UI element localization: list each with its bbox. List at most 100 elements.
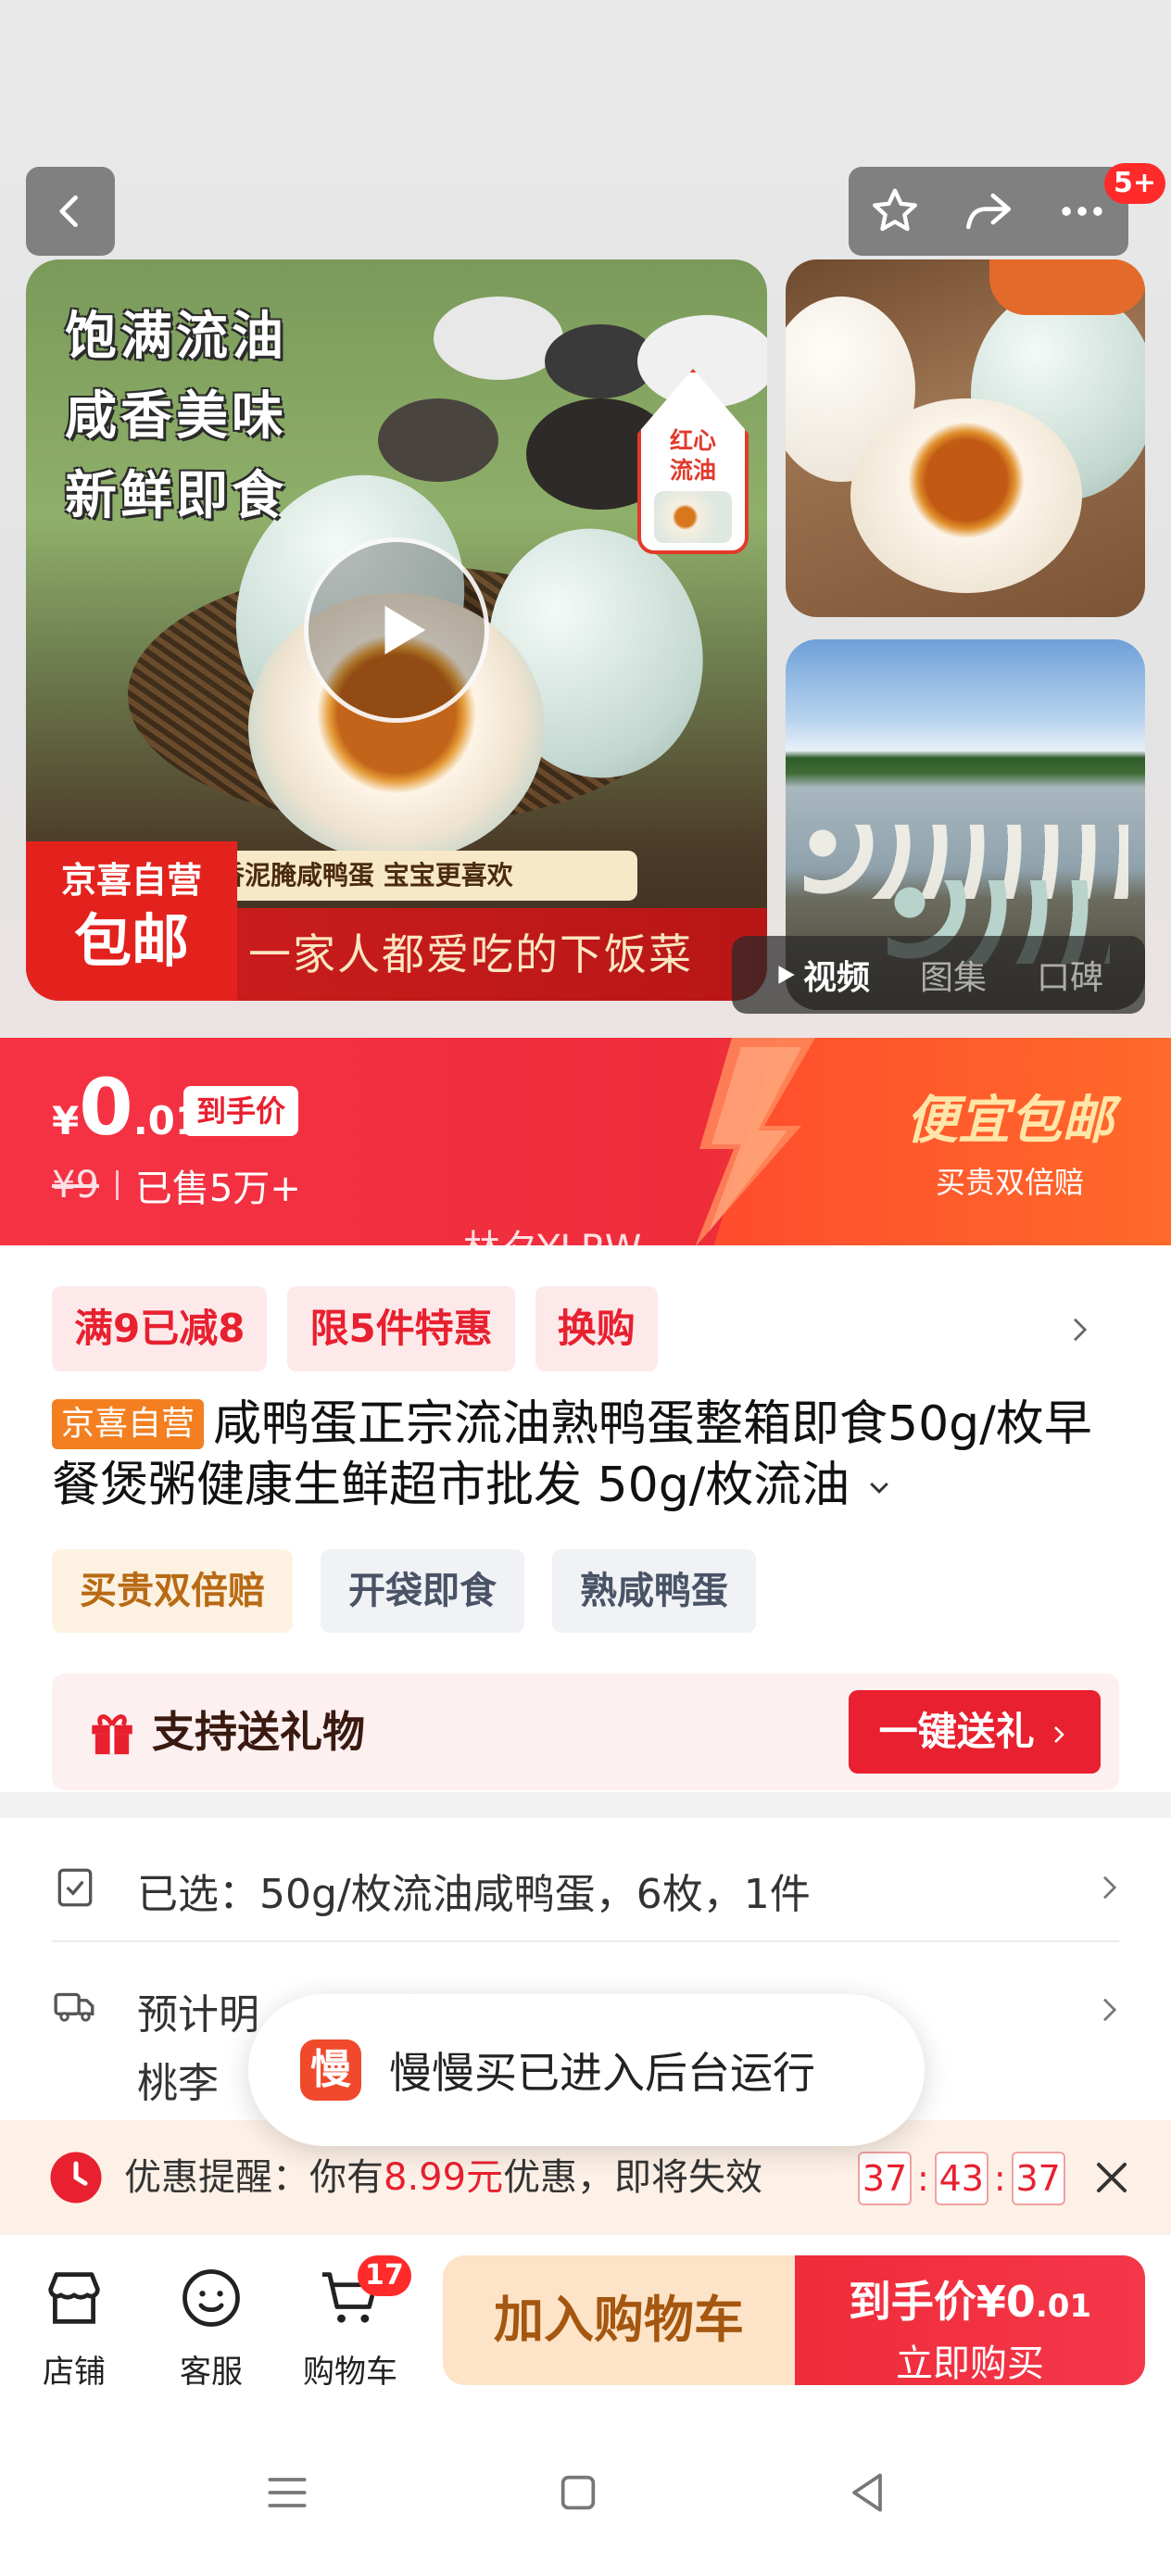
goose-shape — [378, 398, 498, 482]
buy-now-button[interactable]: 到手价¥0.01 立即购买 — [795, 2255, 1145, 2385]
promo-chip[interactable]: 满9已减8 — [52, 1286, 268, 1371]
product-tag[interactable]: 熟咸鸭蛋 — [552, 1549, 756, 1633]
tab-gallery[interactable]: 图集 — [920, 951, 987, 999]
gift-bar: 支持送礼物 一键送礼 — [52, 1673, 1119, 1790]
chevron-right-icon — [1103, 1875, 1117, 1900]
chevron-right-icon — [1054, 1725, 1065, 1743]
buy-now-label: 立即购买 — [896, 2342, 1044, 2385]
send-gift-label: 一键送礼 — [878, 1709, 1035, 1754]
play-button[interactable] — [304, 537, 489, 723]
promo-chip[interactable]: 限5件特惠 — [287, 1286, 515, 1371]
mini-egg-image — [654, 491, 732, 543]
more-dots-icon[interactable] — [1055, 184, 1109, 238]
send-gift-button[interactable]: 一键送礼 — [849, 1690, 1101, 1774]
tab-video-label: 视频 — [802, 959, 870, 997]
tab-reviews[interactable]: 口碑 — [1037, 951, 1103, 999]
product-tag[interactable]: 开袋即食 — [321, 1549, 524, 1633]
gallery-thumbnail[interactable] — [786, 259, 1145, 617]
product-tag[interactable]: 买贵双倍赔 — [52, 1549, 293, 1633]
section-divider — [0, 1792, 1171, 1818]
countdown-colon: : — [917, 2158, 929, 2199]
slogan-line: 咸香美味 — [65, 385, 287, 447]
delivery-address: 桃李 — [137, 2060, 219, 2107]
slogan-text: 饱满流油 咸香美味 新鲜即食 — [65, 297, 287, 536]
delivery-estimate-head: 预计明 — [137, 1991, 259, 2039]
tab-video[interactable]: 视频 — [774, 951, 870, 999]
reminder-amount: 8.99元 — [384, 2156, 504, 2199]
price-integer: 0 — [79, 1062, 133, 1153]
main-video-cover[interactable]: 饱满流油 咸香美味 新鲜即食 红心流油 香泥腌咸鸭蛋 宝宝更喜欢 一家人都爱吃的… — [26, 259, 767, 1001]
ship-badge-line1: 京喜自营 — [60, 860, 202, 901]
tab-gallery-label: 图集 — [919, 959, 987, 997]
buy-price-decimal: .01 — [1035, 2288, 1092, 2325]
price-sub-row: ¥9 已售5万+ — [52, 1158, 301, 1212]
product-title: 京喜自营 咸鸭蛋正宗流油熟鸭蛋整箱即食50g/枚早餐煲粥健康生鲜超市批发 50g/… — [52, 1394, 1117, 1516]
message-badge: 5+ — [1104, 163, 1166, 204]
slogan-line: 饱满流油 — [65, 306, 287, 367]
countdown-timer: 37 : 43 : 37 — [858, 2152, 1065, 2205]
media-tabs: 视频 图集 口碑 — [732, 936, 1145, 1014]
top-action-group — [849, 167, 1128, 256]
play-icon — [384, 605, 426, 655]
buy-price-value: ¥0 — [976, 2277, 1036, 2327]
price-currency: ¥ — [52, 1098, 80, 1143]
back-button[interactable] — [26, 167, 115, 256]
system-navigation-bar — [0, 2411, 1171, 2576]
close-icon[interactable] — [1089, 2155, 1134, 2200]
separator — [115, 1170, 119, 1200]
back-icon[interactable] — [841, 2467, 893, 2519]
sold-count: 已售5万+ — [134, 1168, 301, 1210]
promo-chip[interactable]: 换购 — [535, 1286, 658, 1371]
play-icon — [778, 966, 795, 984]
countdown-hours: 37 — [858, 2152, 912, 2205]
reminder-prefix: 优惠提醒：你有 — [124, 2156, 384, 2199]
star-icon[interactable] — [868, 184, 922, 238]
background-toast: 慢 慢慢买已进入后台运行 — [248, 1994, 925, 2146]
watermark-text: 林夕YLRW — [463, 1219, 641, 1247]
home-icon[interactable] — [552, 2467, 604, 2519]
spec-selection-row[interactable]: 已选：50g/枚流油咸鸭蛋，6枚，1件 — [0, 1818, 1171, 1957]
product-title-text: 咸鸭蛋正宗流油熟鸭蛋整箱即食50g/枚早餐煲粥健康生鲜超市批发 50g/枚流油 — [52, 1396, 1092, 1513]
product-info: 满9已减8 限5件特惠 换购 京喜自营 咸鸭蛋正宗流油熟鸭蛋整箱即食50g/枚早餐… — [0, 1245, 1171, 1792]
recent-apps-icon[interactable] — [261, 2467, 313, 2519]
gift-icon — [92, 1714, 132, 1755]
ship-badge-line2: 包邮 — [73, 907, 189, 975]
smiley-chat-icon — [183, 2269, 240, 2327]
add-to-cart-button[interactable]: 加入购物车 — [443, 2255, 795, 2385]
expand-chevron-icon[interactable] — [865, 1474, 893, 1502]
cart-count-badge: 17 — [358, 2255, 411, 2296]
promo-title: 便宜包邮 — [906, 1091, 1114, 1151]
promo-block: 便宜包邮 买贵双倍赔 — [871, 1079, 1149, 1202]
toast-message: 慢慢买已进入后台运行 — [389, 2048, 815, 2098]
red-heart-tag: 红心流油 — [637, 369, 749, 554]
buy-price-prefix: 到手价 — [848, 2277, 976, 2327]
countdown-seconds: 37 — [1011, 2152, 1065, 2205]
clock-icon — [50, 2152, 102, 2203]
bottom-banner-text: 一家人都爱吃的下饭菜 — [248, 929, 693, 979]
store-icon — [48, 2272, 100, 2324]
truck-icon — [54, 1992, 94, 2022]
customer-service-button[interactable]: 客服 — [146, 2263, 276, 2392]
tab-reviews-label: 口碑 — [1036, 959, 1103, 997]
slogan-line: 新鲜即食 — [65, 465, 287, 526]
checklist-icon — [57, 1868, 93, 1907]
chevron-right-icon — [1103, 1998, 1117, 2022]
self-operated-badge: 京喜自营 — [52, 1399, 205, 1449]
cut-egg-image — [850, 398, 1082, 593]
product-tags: 买贵双倍赔 开袋即食 熟咸鸭蛋 — [52, 1549, 756, 1633]
promotion-row[interactable]: 满9已减8 限5件特惠 换购 — [52, 1286, 658, 1371]
countdown-minutes: 43 — [934, 2152, 988, 2205]
back-chevron-icon — [59, 195, 78, 228]
product-gallery: 饱满流油 咸香美味 新鲜即食 红心流油 香泥腌咸鸭蛋 宝宝更喜欢 一家人都爱吃的… — [0, 0, 1171, 1038]
share-icon[interactable] — [962, 184, 1015, 238]
free-shipping-badge: 京喜自营 包邮 — [26, 841, 237, 1001]
promo-subtitle: 买贵双倍赔 — [935, 1165, 1084, 1200]
gift-label: 支持送礼物 — [152, 1707, 365, 1757]
red-heart-tag-text: 红心流油 — [669, 427, 716, 484]
cart-label: 购物车 — [303, 2354, 397, 2391]
side-dish-image — [989, 259, 1145, 315]
store-button[interactable]: 店铺 — [9, 2263, 139, 2392]
chevron-right-icon[interactable] — [1065, 1316, 1093, 1344]
countdown-colon: : — [993, 2158, 1006, 2199]
final-price-tag: 到手价 — [183, 1086, 299, 1136]
